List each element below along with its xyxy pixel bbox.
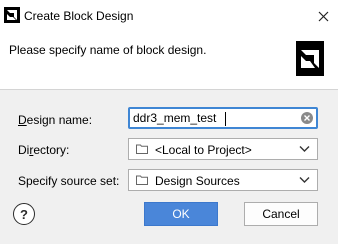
folder-icon [136, 144, 148, 154]
chevron-down-icon [299, 146, 310, 152]
source-set-label: Specify source set: [18, 174, 120, 188]
help-button[interactable]: ? [13, 203, 35, 225]
design-name-label: Design name: [18, 113, 93, 127]
directory-label: Directory: [18, 143, 70, 157]
chevron-down-icon [299, 177, 310, 183]
directory-value: <Local to Project> [155, 143, 252, 157]
close-button[interactable] [308, 0, 338, 32]
create-block-design-dialog: Create Block Design Please specify name … [0, 0, 338, 244]
cancel-button[interactable]: Cancel [244, 202, 318, 226]
close-icon [318, 11, 328, 21]
header-description: Please specify name of block design. [9, 43, 207, 57]
source-set-dropdown[interactable]: Design Sources [128, 169, 318, 191]
design-name-value: ddr3_mem_test [133, 111, 217, 125]
text-cursor [225, 112, 226, 126]
window-title: Create Block Design [24, 9, 134, 23]
amd-logo-icon [4, 7, 20, 23]
amd-logo-icon [296, 41, 324, 76]
source-set-value: Design Sources [155, 174, 240, 188]
title-bar: Create Block Design [0, 0, 338, 32]
folder-icon [136, 175, 148, 185]
directory-dropdown[interactable]: <Local to Project> [128, 138, 318, 160]
clear-icon[interactable] [301, 112, 313, 124]
design-name-input[interactable]: ddr3_mem_test [128, 107, 318, 129]
help-icon: ? [20, 206, 28, 222]
dialog-header: Please specify name of block design. [0, 32, 338, 90]
ok-button[interactable]: OK [144, 202, 218, 226]
